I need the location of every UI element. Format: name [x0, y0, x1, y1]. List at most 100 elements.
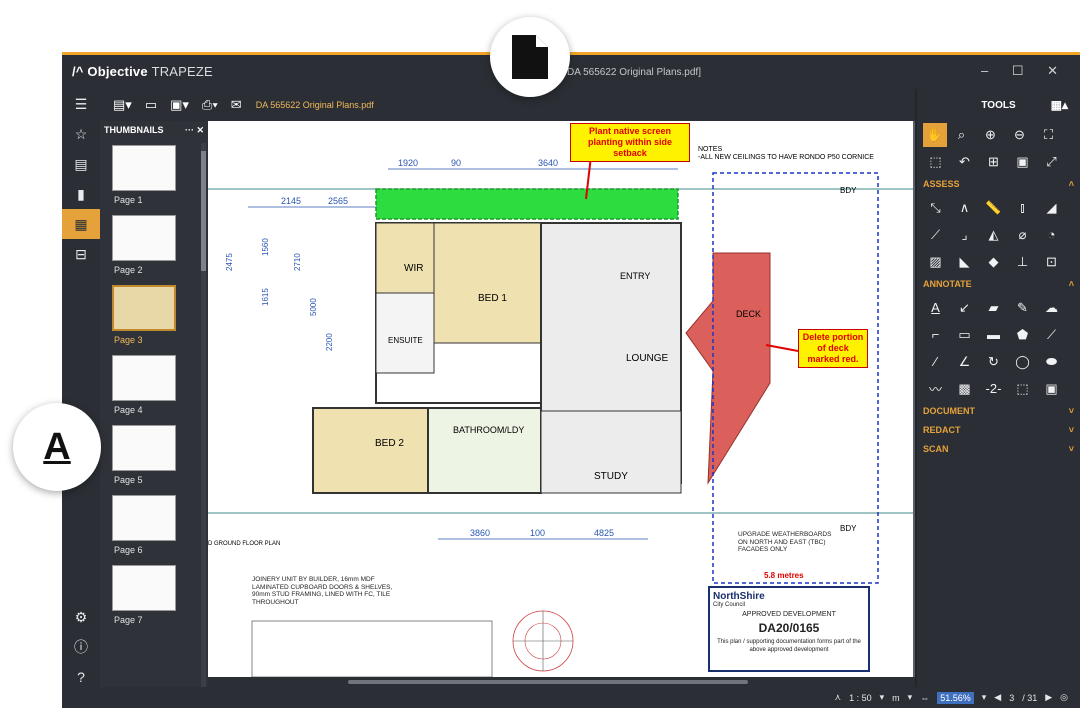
callout-icon[interactable]: ⌐ [921, 323, 950, 347]
section-document[interactable]: DOCUMENT [923, 406, 975, 417]
image-measure-icon[interactable]: ▨ [921, 250, 950, 274]
height-icon[interactable]: ⫾ [1008, 196, 1037, 220]
unit-dropdown-icon[interactable]: ▾ [908, 692, 913, 703]
thumbnails-panel-icon[interactable]: ▦ [62, 209, 100, 239]
section-annotate[interactable]: ANNOTATE [923, 279, 972, 290]
zoom-out-icon[interactable]: ⊖ [1005, 123, 1034, 147]
polyline-icon[interactable]: ⟋ [1037, 323, 1066, 347]
sticky-note-icon[interactable]: ▰ [979, 296, 1008, 320]
window-controls[interactable]: – ☐ ✕ [981, 63, 1068, 79]
rotate-icon[interactable]: ↻ [979, 350, 1008, 374]
numbering-icon[interactable]: -2- [979, 377, 1008, 401]
fit-page-icon[interactable]: ⛶ [1034, 123, 1063, 147]
ruler-icon[interactable]: 📏 [979, 196, 1008, 220]
rectangle-icon[interactable]: ▭ [950, 323, 979, 347]
measure-length-icon[interactable]: ⤡ [921, 196, 950, 220]
filled-rectangle-icon[interactable]: ▬ [979, 323, 1008, 347]
highlighter-icon[interactable]: ✎ [1008, 296, 1037, 320]
section-scan[interactable]: SCAN [923, 444, 949, 455]
stamp-icon[interactable]: ⊥ [1008, 250, 1037, 274]
prev-page-icon[interactable]: ◀ [994, 692, 1001, 703]
deck-callout[interactable]: Delete portion of deck marked red. [798, 329, 868, 368]
email-icon[interactable]: ✉ [231, 97, 242, 113]
help-icon[interactable]: ? [62, 662, 100, 692]
filled-ellipse-icon[interactable]: ⬬ [1037, 350, 1066, 374]
slope-icon[interactable]: ◢ [1037, 196, 1066, 220]
calibrate-icon[interactable]: ⊡ [1037, 250, 1066, 274]
open-folder-icon[interactable]: ▭ [145, 97, 157, 113]
horizontal-scrollbar[interactable] [208, 677, 915, 687]
radius-icon[interactable]: ◔ [1037, 223, 1066, 247]
thumbnail-page-7[interactable] [112, 565, 176, 611]
pan-hand-icon[interactable]: ✋ [923, 122, 947, 147]
dimension-line-icon[interactable]: ∠ [950, 350, 979, 374]
section-redact[interactable]: REDACT [923, 425, 961, 436]
chevron-down-icon[interactable]: ˅ [1069, 406, 1074, 417]
page-icon[interactable]: ▣ [1008, 150, 1037, 174]
scale-value[interactable]: 1 : 50 [849, 693, 872, 703]
file-tab[interactable]: DA 565622 Original Plans.pdf [256, 100, 374, 110]
text-annotation-icon[interactable]: A [921, 296, 950, 320]
shadow-icon[interactable]: ◣ [950, 250, 979, 274]
chevron-up-icon[interactable]: ˄ [1069, 279, 1074, 290]
zoom-dropdown-icon[interactable]: ▾ [982, 692, 987, 703]
settings-gear-icon[interactable]: ⚙ [62, 602, 100, 632]
undo-icon[interactable]: ↶ [950, 150, 979, 174]
thumbnail-page-3[interactable] [112, 285, 176, 331]
horizontal-scroll-thumb[interactable] [348, 680, 748, 684]
fullscreen-icon[interactable]: ⤢ [1037, 150, 1066, 174]
document-canvas[interactable]: BDY BDY 1920 90 3640 2145 2565 2475 1560… [208, 121, 915, 677]
planting-zone[interactable] [375, 188, 679, 220]
page-number[interactable]: 3 [1009, 693, 1014, 703]
group-icon[interactable]: ▣ [1037, 377, 1066, 401]
diagonal-measure-icon[interactable]: ⟋ [921, 223, 950, 247]
measure-angle-icon[interactable]: ∧ [950, 196, 979, 220]
save-icon[interactable]: ▣▾ [170, 97, 189, 113]
bookmark-panel-icon[interactable]: ▮ [62, 179, 100, 209]
section-assess[interactable]: ASSESS [923, 179, 960, 190]
zoom-in-icon[interactable]: ⊕ [976, 123, 1005, 147]
thumbnail-page-2[interactable] [112, 215, 176, 261]
chevron-up-icon[interactable]: ˄ [1069, 179, 1074, 190]
menu-icon[interactable]: ☰ [62, 89, 100, 119]
chevron-down-icon[interactable]: ˅ [1069, 425, 1074, 436]
next-page-icon[interactable]: ▶ [1045, 692, 1052, 703]
search-icon[interactable]: ⌕ [947, 123, 976, 147]
polygon-icon[interactable]: ⬟ [1008, 323, 1037, 347]
compass-icon[interactable]: ◎ [1060, 692, 1068, 703]
deck-area[interactable] [685, 252, 771, 485]
planting-callout[interactable]: Plant native screen planting within side… [570, 123, 690, 162]
thumbnails-scroll-thumb[interactable] [201, 151, 206, 271]
select-icon[interactable]: ⬚ [1008, 377, 1037, 401]
cloud-icon[interactable]: ☁ [1037, 296, 1066, 320]
image-icon[interactable]: ▩ [950, 377, 979, 401]
favorites-star-icon[interactable]: ☆ [62, 119, 100, 149]
thumbnail-page-4[interactable] [112, 355, 176, 401]
thumbnail-page-5[interactable] [112, 425, 176, 471]
document-info-icon[interactable]: ▤ [62, 149, 100, 179]
compare-icon[interactable]: ⊞ [979, 150, 1008, 174]
area-icon[interactable]: ◭ [979, 223, 1008, 247]
zoom-field[interactable]: 51.56% [937, 691, 974, 704]
scale-dropdown-icon[interactable]: ▾ [880, 692, 885, 703]
chevron-down-icon[interactable]: ˅ [1069, 444, 1074, 455]
print-icon[interactable]: ⎙▾ [202, 97, 218, 113]
thumbnails-options[interactable]: ··· ✕ [185, 125, 204, 135]
tools-grid-icon[interactable]: ▦▴ [1051, 98, 1068, 112]
new-file-icon[interactable]: ▤▾ [113, 97, 132, 113]
unit-value[interactable]: m [892, 693, 900, 703]
thumbnail-page-1[interactable] [112, 145, 176, 191]
freehand-icon[interactable]: 〰 [921, 377, 950, 401]
diameter-icon[interactable]: ⌀ [1008, 223, 1037, 247]
select-area-icon[interactable]: ⬚ [921, 150, 950, 174]
line-icon[interactable]: ⁄ [921, 350, 950, 374]
layout-panel-icon[interactable]: ⊟ [62, 239, 100, 269]
arrow-icon[interactable]: ↙ [950, 296, 979, 320]
info-icon[interactable]: ⓘ [62, 632, 100, 662]
ellipse-icon[interactable]: ◯ [1008, 350, 1037, 374]
layers-icon[interactable]: ◆ [979, 250, 1008, 274]
corner-measure-icon[interactable]: ⌟ [950, 223, 979, 247]
scale-icon[interactable]: ⋏ [835, 692, 842, 703]
thumbnail-page-6[interactable] [112, 495, 176, 541]
fit-width-icon[interactable]: ⇔ [920, 693, 929, 703]
